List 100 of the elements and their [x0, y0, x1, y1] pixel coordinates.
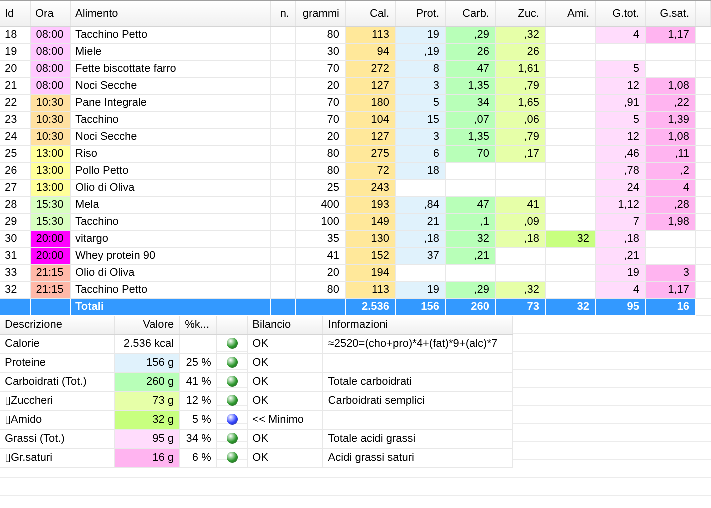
column-header[interactable]: Bilancio	[247, 316, 323, 334]
column-header[interactable]: n.	[270, 1, 295, 26]
column-header[interactable]: G.sat.	[645, 1, 695, 26]
table-cell: 20	[295, 78, 345, 94]
time-cell: 08:00	[30, 60, 70, 78]
status-dot-icon	[226, 376, 238, 388]
table-cell: 100	[295, 214, 345, 230]
time-cell: 13:00	[30, 146, 70, 162]
table-cell: Whey protein 90	[70, 248, 270, 264]
table-cell: Olio di Oliva	[70, 264, 270, 282]
column-header[interactable]: Carb.	[445, 1, 495, 26]
table-cell: 70	[445, 146, 495, 162]
table-cell: Noci Secche	[70, 78, 270, 94]
column-header[interactable]: Zuc.	[495, 1, 545, 26]
table-cell: ,18	[395, 230, 445, 248]
table-cell: 1,17	[645, 26, 695, 44]
table-cell: Carboidrati semplici	[322, 391, 512, 410]
status-dot-icon	[226, 395, 238, 406]
table-cell: 30	[295, 44, 345, 60]
table-cell: 25	[0, 146, 30, 162]
table-cell: 3	[645, 264, 695, 282]
table-cell: 34	[445, 94, 495, 112]
table-cell: 7	[595, 214, 645, 230]
column-header[interactable]: Id	[0, 1, 30, 26]
column-header[interactable]: Informazioni	[322, 316, 512, 334]
table-cell: Calorie	[0, 334, 114, 353]
table-cell: 1,39	[645, 112, 695, 128]
table-cell: 1,08	[645, 78, 695, 94]
table-cell: 28	[0, 196, 30, 214]
table-cell: Totale carboidrati	[322, 372, 512, 391]
table-cell: 180	[345, 94, 395, 112]
table-cell: ,07	[445, 112, 495, 128]
time-cell: 20:00	[30, 230, 70, 248]
table-cell: 260 g	[114, 372, 180, 391]
column-header[interactable]: Alimento	[70, 1, 270, 26]
table-cell: 18	[395, 162, 445, 180]
table-cell: 1,35	[445, 78, 495, 94]
table-cell: 8	[395, 60, 445, 78]
table-cell: ,21	[445, 248, 495, 264]
table-cell: 24	[595, 180, 645, 196]
table-cell: ,17	[495, 146, 545, 162]
column-header[interactable]: Prot.	[395, 1, 445, 26]
table-cell: Grassi (Tot.)	[0, 429, 114, 448]
table-cell: 19	[395, 282, 445, 298]
table-cell: 12	[595, 128, 645, 146]
table-cell: 6 %	[180, 448, 217, 467]
table-cell: Pane Integrale	[70, 94, 270, 112]
table-cell: 5	[595, 112, 645, 128]
table-cell: 26	[0, 162, 30, 180]
time-cell: 20:00	[30, 248, 70, 264]
column-header[interactable]: Valore	[114, 316, 180, 334]
table-cell: ,32	[495, 282, 545, 298]
time-cell: 08:00	[30, 44, 70, 60]
table-cell: Pollo Petto	[70, 162, 270, 180]
table-cell: OK	[247, 429, 323, 448]
table-cell: 19	[395, 26, 445, 44]
table-cell: ,79	[495, 78, 545, 94]
time-cell: 08:00	[30, 78, 70, 94]
table-cell: 20	[0, 60, 30, 78]
table-cell: 41	[495, 196, 545, 214]
table-cell: 104	[345, 112, 395, 128]
time-cell: 13:00	[30, 162, 70, 180]
column-header[interactable]: Cal.	[345, 1, 395, 26]
table-cell: 152	[345, 248, 395, 264]
table-cell: 32	[445, 230, 495, 248]
table-cell: 32	[545, 230, 595, 248]
table-cell: Acidi grassi saturi	[322, 448, 512, 467]
table-cell: 41 %	[180, 372, 217, 391]
table-cell: 113	[345, 26, 395, 44]
column-header[interactable]: grammi	[295, 1, 345, 26]
table-cell: 70	[295, 112, 345, 128]
table-cell: 30	[0, 230, 30, 248]
table-cell: 1,65	[495, 94, 545, 112]
table-cell: ,18	[495, 230, 545, 248]
table-cell: Riso	[70, 146, 270, 162]
time-cell: 15:30	[30, 214, 70, 230]
column-header[interactable]: Ami.	[545, 1, 595, 26]
table-cell: Carboidrati (Tot.)	[0, 372, 114, 391]
time-cell: 10:30	[30, 94, 70, 112]
column-header[interactable]: Ora	[30, 1, 70, 26]
column-header[interactable]: G.tot.	[595, 1, 645, 26]
status-dot-icon	[226, 357, 238, 368]
table-cell: 243	[345, 180, 395, 196]
column-header[interactable]: Descrizione	[0, 316, 114, 334]
total-cell: 32	[545, 298, 595, 315]
table-cell: 94	[345, 44, 395, 60]
total-cell: 95	[595, 298, 645, 315]
table-cell: 1,12	[595, 196, 645, 214]
table-cell: ,84	[395, 196, 445, 214]
table-cell: vitargo	[70, 230, 270, 248]
table-cell: Totale acidi grassi	[322, 429, 512, 448]
table-cell: 72	[345, 162, 395, 180]
time-cell: 13:00	[30, 180, 70, 196]
table-cell: ,79	[495, 128, 545, 146]
table-cell: 6	[395, 146, 445, 162]
table-cell: ,19	[395, 44, 445, 60]
table-cell: 25	[295, 180, 345, 196]
column-header[interactable]: %k...	[180, 316, 217, 334]
table-cell: ,22	[645, 94, 695, 112]
table-cell: Mela	[70, 196, 270, 214]
